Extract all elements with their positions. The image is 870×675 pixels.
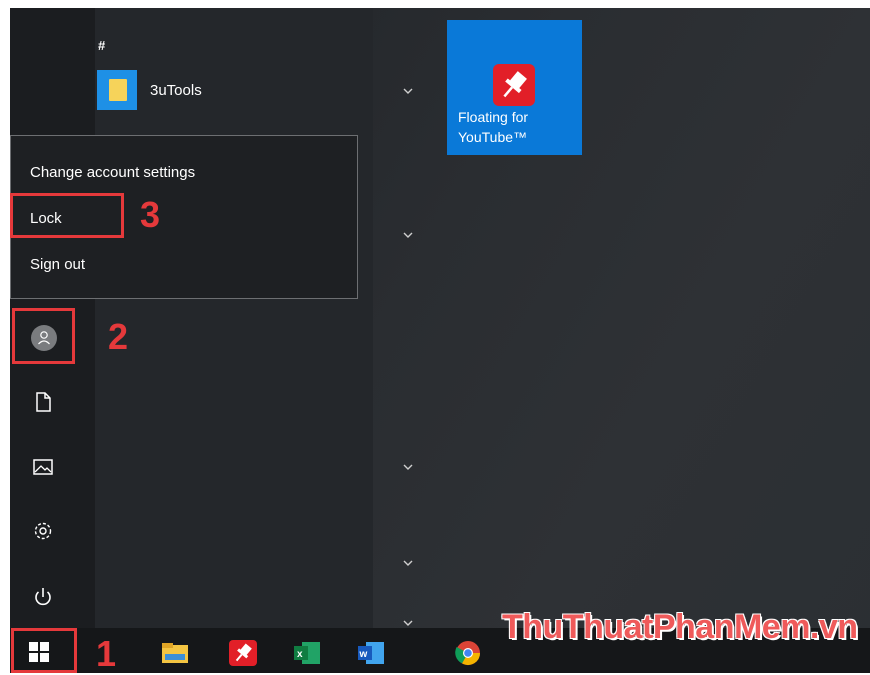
highlight-user-avatar <box>12 308 75 364</box>
app-label: 3uTools <box>150 82 202 99</box>
step-number-2: 2 <box>108 316 129 357</box>
change-account-settings-item[interactable]: Change account settings <box>30 164 195 181</box>
excel-icon[interactable]: x <box>292 640 322 666</box>
step-number-3: 3 <box>140 194 161 235</box>
tile-floating-for-youtube[interactable]: Floating for YouTube™ <box>447 20 582 155</box>
chevron-down-icon[interactable] <box>398 86 418 96</box>
file-explorer-icon[interactable] <box>160 640 190 666</box>
tile-label-line1: Floating for <box>458 109 529 125</box>
chrome-icon[interactable] <box>453 640 483 666</box>
chevron-down-icon[interactable] <box>398 462 418 472</box>
svg-text:w: w <box>359 649 368 660</box>
pictures-icon[interactable] <box>31 455 55 479</box>
folder-icon <box>97 70 137 110</box>
watermark-logo: ThuThuatPhanMem.vn <box>502 608 858 646</box>
document-icon[interactable] <box>31 390 55 414</box>
tile-label: Floating for YouTube™ <box>458 107 578 147</box>
floating-youtube-icon[interactable] <box>228 640 258 666</box>
app-item-3utools[interactable]: 3uTools <box>95 68 373 112</box>
settings-gear-icon[interactable] <box>31 519 55 543</box>
chevron-down-icon[interactable] <box>398 558 418 568</box>
sign-out-item[interactable]: Sign out <box>30 256 85 273</box>
pushpin-icon <box>493 64 535 106</box>
chevron-down-icon[interactable] <box>398 618 418 628</box>
svg-text:x: x <box>297 649 303 660</box>
tile-label-line2: YouTube™ <box>458 129 528 145</box>
highlight-start-button <box>11 628 77 673</box>
highlight-lock <box>10 193 124 238</box>
step-number-1: 1 <box>96 633 117 674</box>
power-icon[interactable] <box>31 585 55 609</box>
word-icon[interactable]: w <box>356 640 386 666</box>
start-menu-screen: # 3uTools Floating for YouTube™ Change a… <box>10 8 870 673</box>
chevron-down-icon[interactable] <box>398 230 418 240</box>
section-header-hash[interactable]: # <box>98 38 105 53</box>
